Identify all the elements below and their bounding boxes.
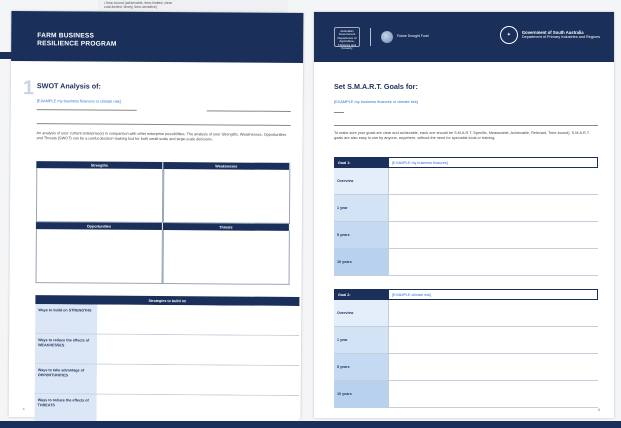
- left-banner: FARM BUSINESS RESILIENCE PROGRAM: [11, 10, 304, 64]
- table-row: 10 years: [334, 249, 598, 276]
- table-row: Overview: [334, 300, 598, 327]
- left-edge-tab: [0, 52, 20, 59]
- goal-label: Goal 1:: [335, 158, 389, 167]
- program-title-line1: FARM BUSINESS: [37, 32, 95, 40]
- goal-row-input[interactable]: [388, 222, 598, 248]
- table-row: Overview: [334, 168, 598, 195]
- goal-label: Goal 2:: [335, 290, 389, 299]
- future-drought-fund-logo: Future Drought Fund: [381, 31, 428, 43]
- underlying-line: cost-limited, timely, time-sensitive): [104, 5, 158, 10]
- goal-row-label: 1 year: [337, 206, 348, 210]
- goal-row-label: 10 years: [337, 392, 352, 396]
- opportunities-cell[interactable]: [35, 229, 163, 285]
- bottom-bar: [0, 421, 621, 428]
- goal-row-label: Overview: [337, 311, 354, 315]
- goal-row-input[interactable]: [388, 381, 598, 407]
- strategy-label: Ways to reduce the effects of THREATS: [34, 394, 97, 424]
- goal-row-input[interactable]: [388, 300, 598, 326]
- table-row: 1 year: [334, 195, 598, 222]
- goal-row-label: Overview: [337, 179, 354, 183]
- swot-example: [EXAMPLE my business finances or climate…: [36, 98, 121, 104]
- goal-header: Goal 1: [EXAMPLE my business finances]: [334, 157, 598, 168]
- page-number: 5: [598, 408, 600, 412]
- goal-row-input[interactable]: [388, 354, 598, 380]
- sa-seal-icon: ✦: [499, 26, 518, 44]
- table-row: 1 year: [334, 327, 598, 354]
- goals-example: [EXAMPLE my business finances or climate…: [334, 99, 418, 104]
- goal-row-input[interactable]: [388, 249, 598, 275]
- strategy-label: Ways to build on STRENGTHS: [35, 304, 98, 334]
- goal-row-input[interactable]: [388, 195, 598, 221]
- partner-logos: Australian Government Department of Agri…: [334, 27, 428, 50]
- table-row: Ways to build on STRENGTHS: [35, 304, 300, 337]
- goals-description: To make sure your goals are clear and ac…: [334, 131, 590, 140]
- goal-row-label: 5 years: [337, 233, 350, 237]
- strengths-cell[interactable]: [35, 168, 164, 224]
- swot-description: An analysis of your current enterprise(s…: [36, 131, 287, 141]
- swot-title: SWOT Analysis of:: [36, 81, 101, 91]
- title-rule: [36, 109, 137, 111]
- strategy-label: Ways to reduce the effects of WEAKNESSES: [34, 334, 98, 364]
- title-rule: [36, 123, 291, 126]
- right-banner: Australian Government Department of Agri…: [314, 12, 614, 62]
- goal-row-label: 5 years: [337, 365, 350, 369]
- booklet-spread: • time-bound (achievable, time-limited, …: [0, 0, 621, 428]
- strategy-input[interactable]: [96, 364, 299, 396]
- right-page: Australian Government Department of Agri…: [314, 12, 614, 418]
- swot-grid: Strengths Weaknesses Opportunities Threa…: [35, 161, 291, 285]
- goal-row-label: 10 years: [337, 260, 352, 264]
- strategy-input[interactable]: [97, 304, 300, 336]
- sa-line2: Department of Primary Industries and Reg…: [521, 35, 600, 39]
- fdf-text: Future Drought Fund: [397, 34, 429, 39]
- table-row: 10 years: [334, 381, 598, 408]
- table-row: 5 years: [334, 354, 598, 381]
- title-rule: [206, 110, 291, 112]
- strategies-table: Strategies to build on Ways to build on …: [34, 295, 300, 427]
- sa-government-logo: ✦ Government of South Australia Departme…: [499, 26, 600, 44]
- logo-divider: [370, 28, 371, 46]
- table-row: Ways to reduce the effects of WEAKNESSES: [34, 334, 300, 367]
- goals-title: Set S.M.A.R.T. Goals for:: [334, 82, 418, 91]
- australian-government-crest-icon: Australian Government Department of Agri…: [334, 27, 360, 50]
- weaknesses-cell[interactable]: [162, 169, 291, 224]
- goal-value[interactable]: [EXAMPLE my business finances]: [389, 158, 597, 167]
- program-title-line2: RESILIENCE PROGRAM: [37, 39, 117, 48]
- goal-2-table: Goal 2: [EXAMPLE climate risk] Overview …: [334, 289, 598, 408]
- goal-header: Goal 2: [EXAMPLE climate risk]: [334, 289, 598, 300]
- goal-value[interactable]: [EXAMPLE climate risk]: [389, 290, 597, 299]
- strategy-input[interactable]: [96, 334, 300, 366]
- table-row: 5 years: [334, 222, 598, 249]
- strategy-label: Ways to take advantage of OPPORTUNITIES: [34, 364, 97, 394]
- page-number: 4: [22, 407, 25, 412]
- title-rule: [334, 112, 344, 113]
- drought-fund-icon: [381, 31, 393, 43]
- goal-row-input[interactable]: [388, 327, 598, 353]
- table-row: Ways to take advantage of OPPORTUNITIES: [34, 364, 299, 397]
- threats-cell[interactable]: [162, 230, 290, 285]
- sa-line1: Government of South Australia: [521, 29, 584, 35]
- program-title: FARM BUSINESS RESILIENCE PROGRAM: [37, 32, 117, 48]
- title-rule: [334, 125, 598, 126]
- left-page: FARM BUSINESS RESILIENCE PROGRAM 1 SWOT …: [8, 10, 304, 427]
- sa-text: Government of South Australia Department…: [521, 29, 600, 40]
- goal-1-table: Goal 1: [EXAMPLE my business finances] O…: [334, 157, 598, 276]
- goal-row-input[interactable]: [388, 168, 598, 194]
- section-number: 1: [22, 77, 35, 100]
- goal-row-label: 1 year: [337, 338, 348, 342]
